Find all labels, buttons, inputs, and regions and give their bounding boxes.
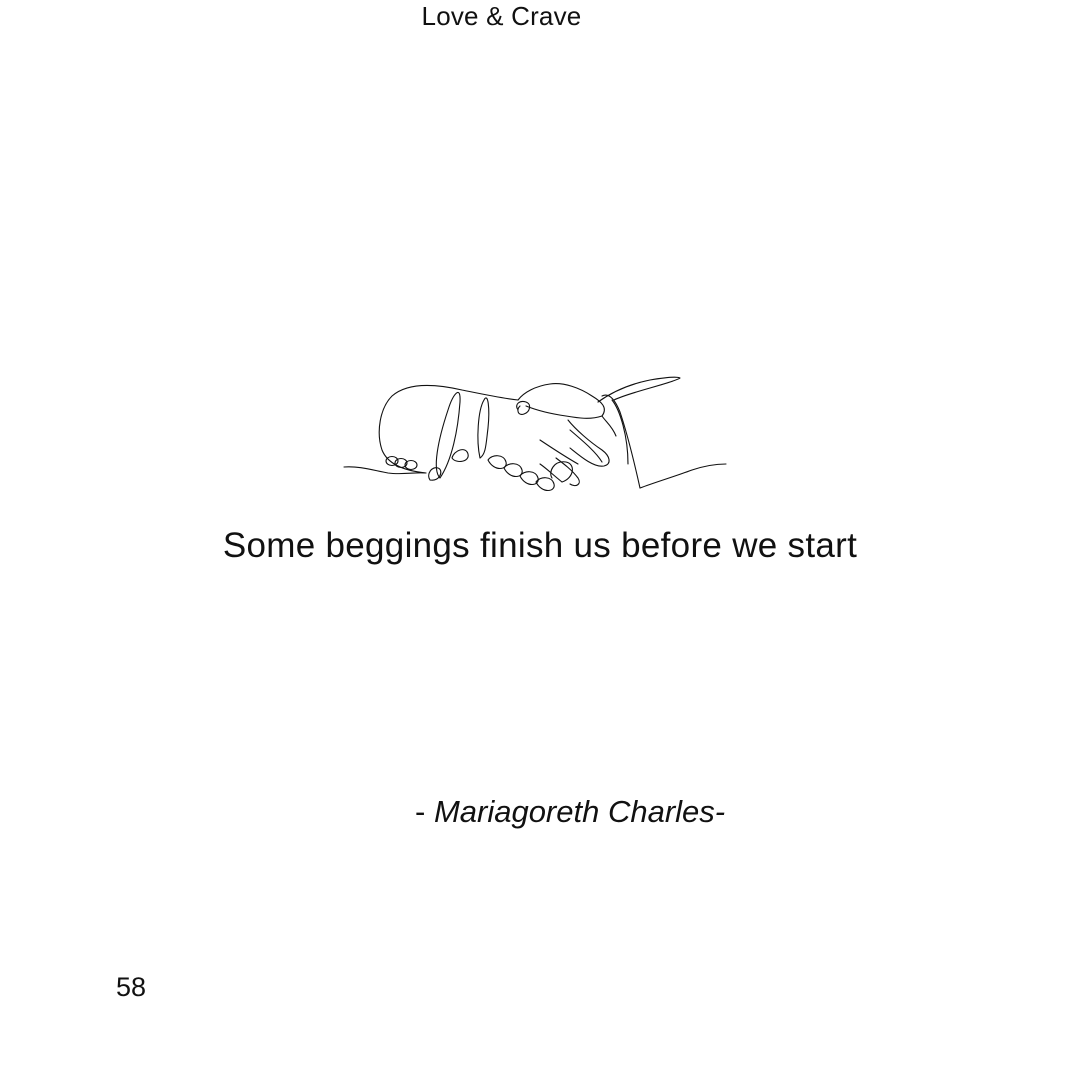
page-number: 58 bbox=[116, 972, 147, 1002]
handshake-icon bbox=[343, 376, 727, 492]
author-prefix: - bbox=[415, 794, 434, 829]
book-title: Love & Crave bbox=[421, 1, 582, 31]
handshake-illustration bbox=[340, 370, 732, 496]
author-attribution: - Mariagoreth Charles- bbox=[415, 792, 725, 832]
author-name: Mariagoreth Charles- bbox=[433, 794, 726, 829]
quote-text: Some beggings finish us before we start bbox=[222, 526, 858, 565]
